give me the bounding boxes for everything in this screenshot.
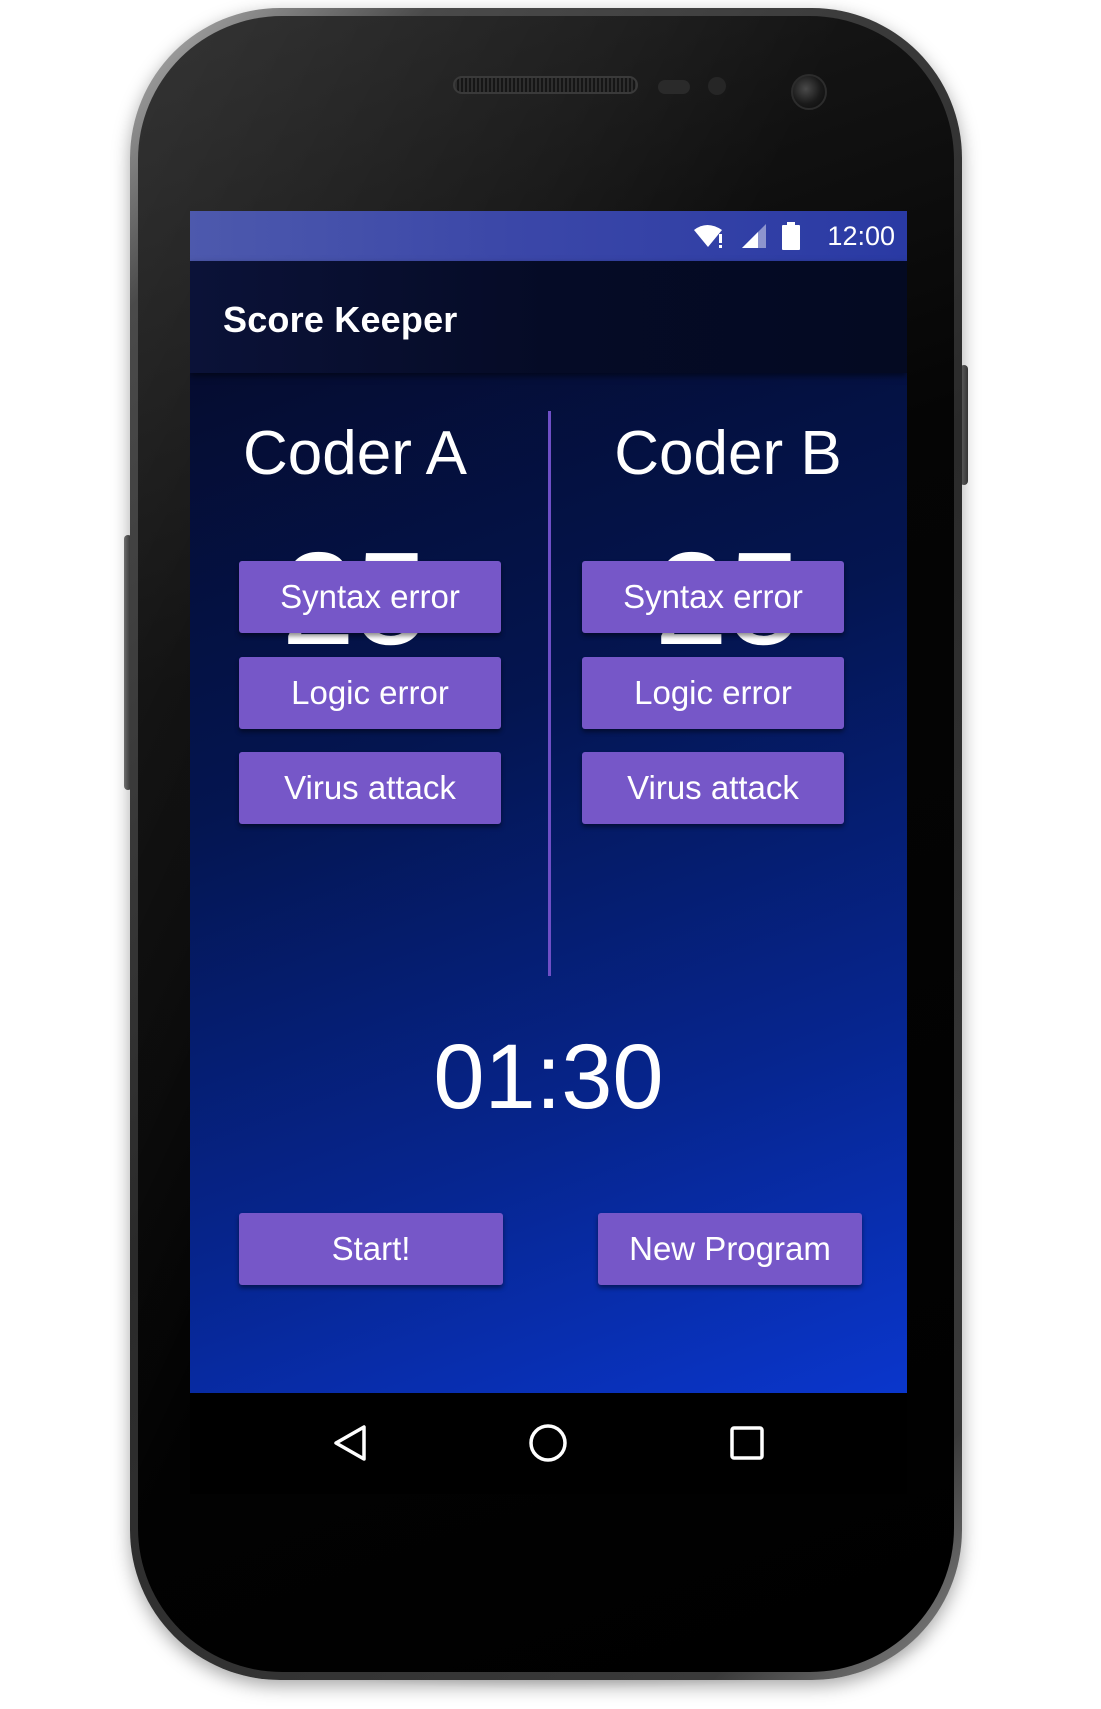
screen: 12:00 Score Keeper Coder A 25 Syntax err… (190, 211, 907, 1494)
virus-attack-button-b[interactable]: Virus attack (582, 752, 844, 824)
start-button[interactable]: Start! (239, 1213, 503, 1285)
syntax-error-button-b[interactable]: Syntax error (582, 561, 844, 633)
app-bar: Score Keeper (190, 261, 907, 373)
main-content: Coder A 25 Syntax error Logic error Viru… (190, 373, 907, 1393)
home-icon[interactable] (528, 1423, 568, 1468)
virus-attack-button-a[interactable]: Virus attack (239, 752, 501, 824)
recent-apps-icon[interactable] (727, 1423, 767, 1468)
logic-error-button-b[interactable]: Logic error (582, 657, 844, 729)
team-name: Coder B (614, 419, 842, 488)
team-panel-a: Coder A 25 Syntax error Logic error Viru… (190, 373, 548, 973)
status-time: 12:00 (827, 221, 895, 251)
status-bar: 12:00 (190, 211, 907, 261)
proximity-sensor (658, 80, 690, 94)
logic-error-button-a[interactable]: Logic error (239, 657, 501, 729)
back-icon[interactable] (330, 1423, 370, 1468)
team-panel-b: Coder B 25 Syntax error Logic error Viru… (550, 373, 907, 973)
syntax-error-button-a[interactable]: Syntax error (239, 561, 501, 633)
new-program-button[interactable]: New Program (598, 1213, 862, 1285)
light-sensor (708, 77, 726, 95)
team-name: Coder A (242, 419, 468, 488)
front-camera (791, 74, 827, 110)
earpiece-speaker (453, 76, 638, 94)
wifi-icon (692, 222, 726, 255)
signal-icon (740, 222, 768, 255)
navigation-bar (190, 1393, 907, 1494)
battery-icon (782, 222, 800, 255)
app-title: Score Keeper (223, 299, 458, 340)
countdown-timer: 01:30 (433, 1026, 664, 1128)
